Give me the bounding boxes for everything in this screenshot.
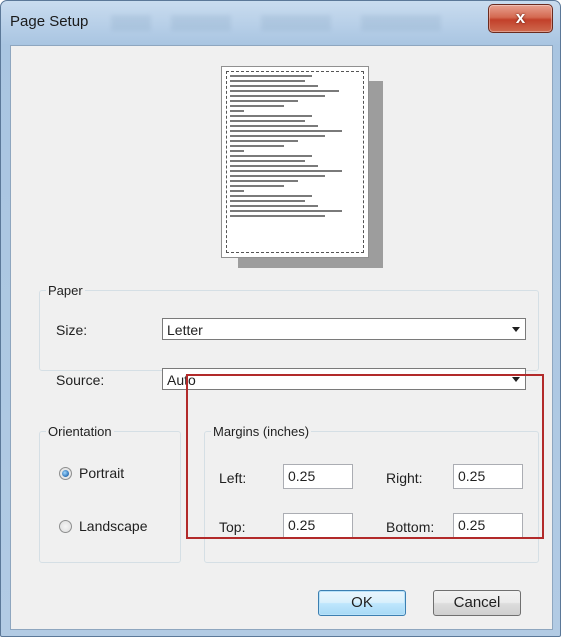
- preview-margin-outline: [226, 71, 364, 253]
- dialog-content: Paper Size: Letter Source: Auto Orientat…: [10, 45, 553, 630]
- close-icon: x: [515, 8, 526, 27]
- margin-left-label: Left:: [219, 470, 247, 486]
- chevron-down-icon: [512, 327, 520, 332]
- paper-source-value: Auto: [167, 372, 196, 388]
- ok-button[interactable]: OK: [318, 590, 406, 616]
- margin-bottom-field[interactable]: [453, 513, 523, 538]
- margins-group: Margins (inches): [204, 424, 539, 563]
- paper-size-label: Size:: [56, 322, 88, 338]
- margin-right-input[interactable]: [454, 465, 522, 487]
- margin-top-label: Top:: [219, 519, 246, 535]
- portrait-radio[interactable]: [59, 467, 72, 480]
- window-title: Page Setup: [10, 13, 89, 30]
- cancel-button[interactable]: Cancel: [433, 590, 521, 616]
- margin-right-field[interactable]: [453, 464, 523, 489]
- orientation-group-label: Orientation: [48, 424, 112, 439]
- landscape-radio[interactable]: [59, 520, 72, 533]
- margin-top-field[interactable]: [283, 513, 353, 538]
- paper-size-value: Letter: [167, 322, 203, 338]
- margin-bottom-label: Bottom:: [386, 519, 435, 535]
- paper-size-dropdown[interactable]: Letter: [162, 318, 526, 340]
- margins-group-label: Margins (inches): [213, 424, 310, 439]
- margin-right-label: Right:: [386, 470, 423, 486]
- close-button[interactable]: x: [488, 4, 553, 33]
- margin-bottom-input[interactable]: [454, 514, 522, 536]
- margin-left-field[interactable]: [283, 464, 353, 489]
- margin-top-input[interactable]: [284, 514, 352, 536]
- paper-group-label: Paper: [48, 283, 83, 298]
- portrait-label: Portrait: [79, 465, 125, 481]
- chevron-down-icon: [512, 377, 520, 382]
- title-bar-background-blur: [111, 15, 531, 31]
- paper-source-dropdown[interactable]: Auto: [162, 368, 526, 390]
- paper-source-label: Source:: [56, 372, 105, 388]
- landscape-label: Landscape: [79, 518, 148, 534]
- page-setup-window: Page Setup x Paper Size: Letter Source: …: [0, 0, 561, 637]
- page-preview: [221, 66, 369, 258]
- margin-left-input[interactable]: [284, 465, 352, 487]
- title-bar[interactable]: Page Setup x: [1, 1, 560, 45]
- orientation-group: Orientation: [39, 424, 181, 563]
